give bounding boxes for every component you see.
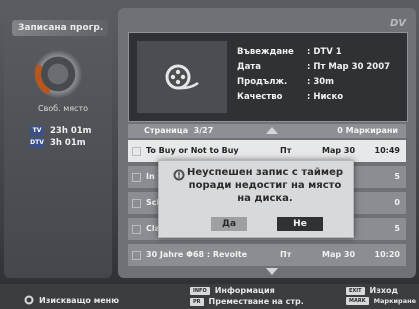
- yes-button[interactable]: Да: [211, 217, 247, 231]
- page-move-label: Преместване на стр.: [208, 297, 304, 306]
- dtv-stat: DTV 3h 01m: [30, 138, 86, 148]
- duration-label: Продълж.: [237, 77, 288, 87]
- duration-value: : 30m: [307, 77, 335, 87]
- disk-usage-segment: [28, 44, 88, 104]
- checkbox[interactable]: [132, 147, 141, 156]
- panel-title: Записана прогр.: [12, 20, 108, 36]
- list-item[interactable]: To Buy or Not to Buy Пт Мар 30 10:49: [128, 140, 406, 162]
- mark-key-icon: MARK: [346, 297, 369, 305]
- quality-value: : Ниско: [307, 92, 344, 102]
- info-key-icon: INFO: [190, 286, 210, 295]
- input-value: : DTV 1: [307, 47, 342, 57]
- item-time: 10:49: [374, 146, 400, 155]
- mark-label: Маркиране: [373, 297, 416, 305]
- marked-count: 0 Маркирани: [337, 126, 398, 135]
- left-panel: Записана прогр. Своб. място TV 23h 01m D…: [4, 8, 112, 278]
- tv-badge-icon: TV: [30, 126, 44, 136]
- exit-hint: EXIT Изход: [346, 286, 398, 295]
- warning-icon: [173, 169, 185, 181]
- brand-logo: DV: [389, 18, 406, 29]
- page-value: 3/27: [193, 126, 214, 135]
- dtv-time: 3h 01m: [50, 138, 86, 148]
- scroll-down-icon[interactable]: [266, 268, 278, 275]
- input-label: Въвеждане: [237, 47, 294, 57]
- quality-label: Качество: [237, 92, 283, 102]
- info-hint: INFO Информация: [190, 286, 275, 295]
- date-label: Дата: [237, 62, 261, 72]
- no-button[interactable]: Не: [277, 217, 323, 231]
- tv-time: 23h 01m: [50, 126, 92, 136]
- date-value: : Пт Мар 30 2007: [307, 62, 391, 72]
- mark-hint: MARK Маркиране: [346, 297, 416, 305]
- item-time: 5: [394, 224, 400, 233]
- item-day: Пт: [280, 250, 292, 259]
- item-date: Мар 30: [322, 146, 356, 155]
- page-label: Страница: [144, 126, 189, 135]
- item-date: Мар 30: [322, 250, 356, 259]
- checkbox[interactable]: [132, 199, 141, 208]
- scroll-up-icon[interactable]: [266, 127, 278, 134]
- item-day: Пт: [280, 146, 292, 155]
- film-reel-icon: [165, 64, 199, 90]
- recording-info: Въвеждане : DTV 1 Дата : Пт Мар 30 2007 Пр…: [128, 32, 408, 122]
- recording-thumbnail: [137, 41, 227, 113]
- page-indicator: Страница 3/27: [144, 124, 213, 138]
- info-lines: Въвеждане : DTV 1 Дата : Пт Мар 30 2007 Пр…: [237, 45, 390, 105]
- info-hint-label: Информация: [214, 286, 275, 295]
- checkbox[interactable]: [132, 251, 141, 260]
- error-dialog: Неуспешен запис с таймер поради недостиг…: [158, 160, 354, 238]
- list-item[interactable]: 30 Jahre Φ68 : Revolte Пт Мар 30 10:20: [128, 244, 406, 266]
- dialog-message: Неуспешен запис с таймер поради недостиг…: [186, 167, 344, 204]
- free-space-label: Своб. място: [37, 104, 88, 113]
- menu-hint: Изискващо меню: [24, 295, 119, 305]
- exit-key-icon: EXIT: [346, 286, 365, 295]
- item-time: 10:20: [374, 250, 400, 259]
- item-title: To Buy or Not to Buy: [146, 146, 239, 155]
- item-time: 5: [394, 172, 400, 181]
- pr-key-icon: PR: [190, 297, 204, 306]
- tv-stat: TV 23h 01m: [30, 126, 92, 136]
- help-bar: Изискващо меню INFO Информация PR Премес…: [0, 284, 419, 309]
- screen: Записана прогр. Своб. място TV 23h 01m D…: [0, 0, 419, 309]
- page-bar: Страница 3/27 0 Маркирани: [128, 124, 406, 138]
- exit-label: Изход: [369, 286, 399, 295]
- dtv-badge-icon: DTV: [30, 138, 44, 148]
- checkbox[interactable]: [132, 225, 141, 234]
- item-title: 30 Jahre Φ68 : Revolte: [146, 250, 248, 259]
- menu-hint-label: Изискващо меню: [39, 295, 119, 305]
- checkbox[interactable]: [132, 173, 141, 182]
- page-move-hint: PR Преместване на стр.: [190, 297, 304, 306]
- item-time: 0: [394, 198, 400, 207]
- ok-icon: [24, 295, 34, 305]
